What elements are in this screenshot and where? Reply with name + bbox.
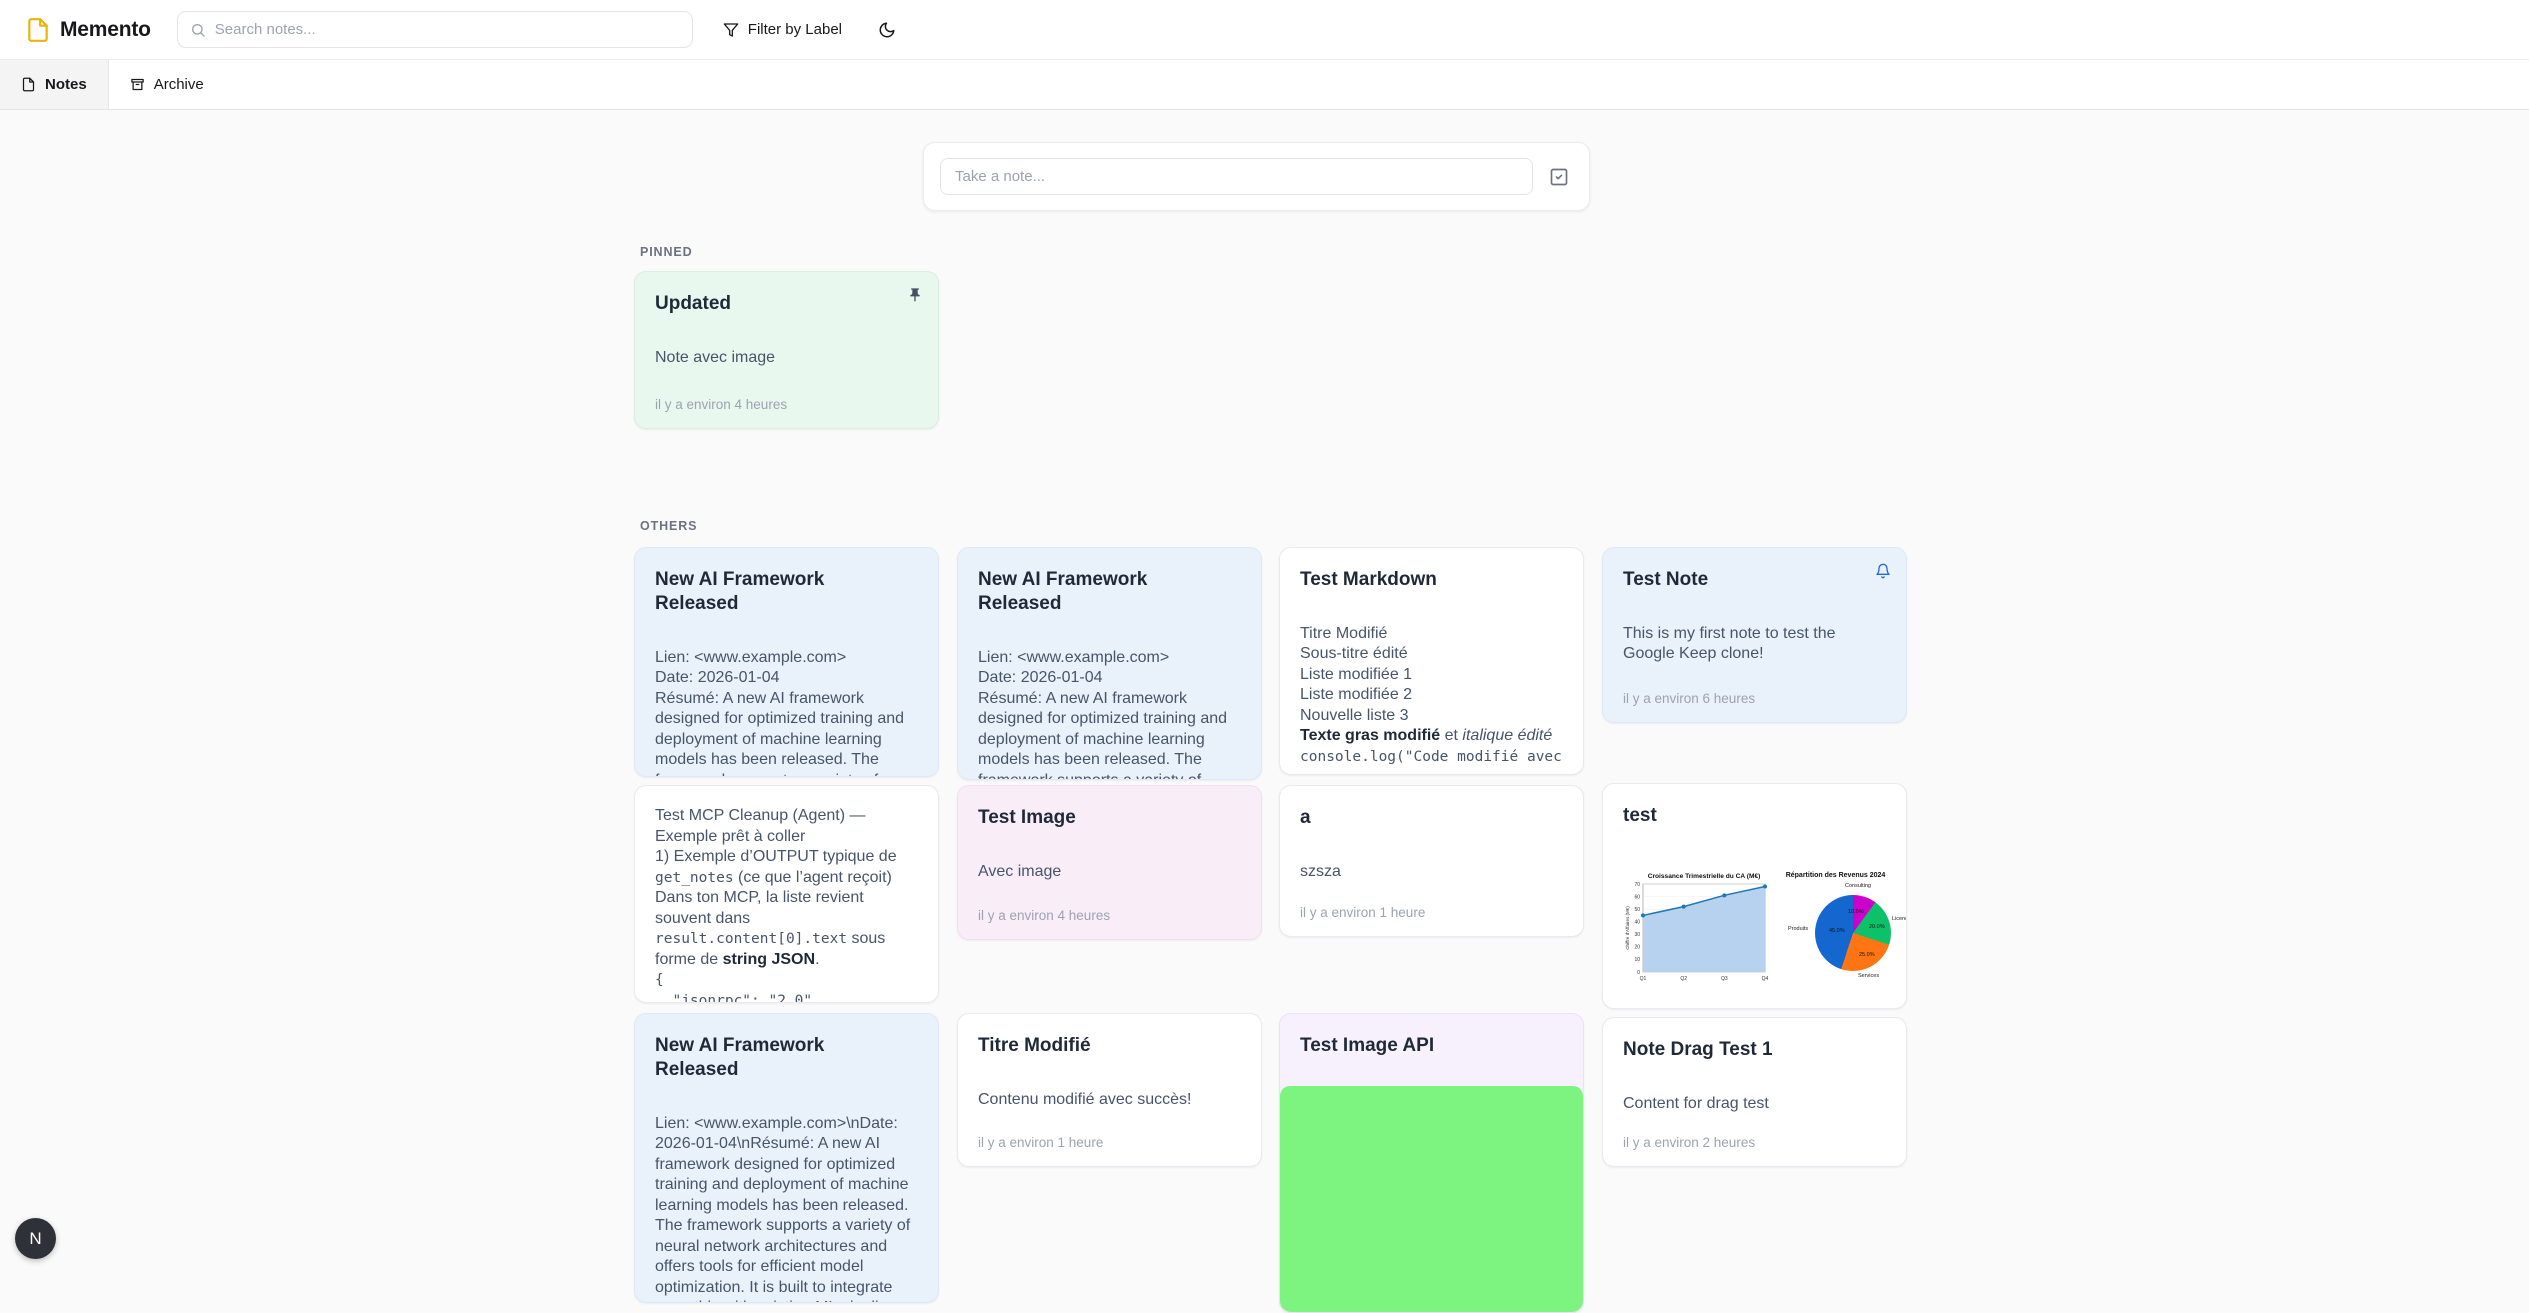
pie-pct-services: 25.0%	[1859, 952, 1875, 958]
svg-text:30: 30	[1634, 932, 1640, 938]
new-checklist-button[interactable]	[1545, 163, 1573, 191]
note-card-test-image-api[interactable]: Test Image API	[1279, 1013, 1584, 1313]
svg-text:0: 0	[1637, 970, 1640, 976]
note-content: Content for drag test	[1623, 1094, 1886, 1115]
note-image	[1280, 1086, 1583, 1312]
pie-pct-consulting: 10.0%	[1848, 909, 1864, 915]
pin-icon[interactable]	[905, 285, 925, 305]
pie-label-licences: Licences	[1892, 916, 1907, 922]
app-title: Memento	[60, 18, 151, 42]
note-card-test-markdown[interactable]: Test Markdown Titre ModifiéSous-titre éd…	[1279, 547, 1584, 775]
svg-text:Q2: Q2	[1680, 976, 1687, 982]
notes-board: PINNED Updated Note avec image il y a en…	[0, 110, 2529, 1277]
note-timestamp: il y a environ 1 heure	[1300, 895, 1563, 920]
svg-text:Chiffre d'Affaires (M€): Chiffre d'Affaires (M€)	[1625, 906, 1630, 950]
pinned-section-label: PINNED	[640, 245, 692, 259]
pie-pct-licences: 20.0%	[1869, 924, 1885, 930]
note-card-ai-framework-2[interactable]: New AI Framework Released Lien: <www.exa…	[957, 547, 1262, 780]
note-content: This is my first note to test the Google…	[1623, 624, 1886, 665]
pie-label-consulting: Consulting	[1845, 883, 1871, 889]
funnel-icon	[723, 22, 739, 38]
note-title: Test Note	[1623, 568, 1886, 592]
pie-chart-circle	[1815, 895, 1891, 971]
note-timestamp: il y a environ 1 heure	[978, 1125, 1241, 1150]
note-title: Test Image	[978, 806, 1241, 830]
svg-text:Q1: Q1	[1640, 976, 1647, 982]
take-a-note-input[interactable]	[940, 158, 1533, 195]
note-card-ai-framework-3[interactable]: New AI Framework Released Lien: <www.exa…	[634, 1013, 939, 1303]
bell-icon[interactable]	[1873, 561, 1893, 581]
note-content: Contenu modifié avec succès!	[978, 1090, 1241, 1111]
note-title: Updated	[655, 292, 918, 316]
note-card-mcp-cleanup[interactable]: Test MCP Cleanup (Agent) — Exemple prêt …	[634, 785, 939, 1003]
note-composer	[923, 142, 1590, 211]
note-content: Titre ModifiéSous-titre éditéListe modif…	[1300, 624, 1563, 768]
search-input[interactable]	[215, 21, 680, 38]
note-content: Test MCP Cleanup (Agent) — Exemple prêt …	[655, 806, 918, 1003]
tab-notes-label: Notes	[45, 76, 87, 93]
moon-icon	[878, 21, 896, 39]
pie-chart-title: Répartition des Revenus 2024	[1785, 872, 1886, 879]
tab-notes[interactable]: Notes	[0, 60, 109, 109]
theme-toggle-button[interactable]	[868, 11, 905, 48]
search-box	[177, 11, 693, 48]
note-timestamp: il y a environ 2 heures	[1623, 1125, 1886, 1150]
note-title: New AI Framework Released	[978, 568, 1241, 616]
note-card-test-note[interactable]: Test Note This is my first note to test …	[1602, 547, 1907, 723]
tab-archive-label: Archive	[154, 76, 204, 93]
note-content: Lien: <www.example.com> Date: 2026-01-04…	[655, 648, 918, 778]
note-content: Lien: <www.example.com> Date: 2026-01-04…	[978, 648, 1241, 781]
filter-by-label-text: Filter by Label	[748, 21, 842, 38]
filter-by-label-button[interactable]: Filter by Label	[713, 11, 852, 48]
file-icon	[21, 77, 36, 92]
note-card-test-image[interactable]: Test Image Avec image il y a environ 4 h…	[957, 785, 1262, 940]
note-card-test-charts[interactable]: test 0 10 20 30 40 50 60 70 Q1 Q2 Q3 Q4 Croissance T…	[1602, 783, 1907, 1009]
tab-bar: Notes Archive	[0, 60, 2529, 110]
others-section-label: OTHERS	[640, 519, 697, 533]
note-card-ai-framework-1[interactable]: New AI Framework Released Lien: <www.exa…	[634, 547, 939, 777]
svg-text:Croissance Trimestrielle du CA: Croissance Trimestrielle du CA (M€)	[1648, 873, 1761, 880]
note-title: test	[1623, 804, 1886, 828]
svg-text:20: 20	[1634, 944, 1640, 950]
note-title: a	[1300, 806, 1563, 830]
line-chart-plot: 0 10 20 30 40 50 60 70 Q1 Q2 Q3 Q4 Croissance Trimes…	[1623, 870, 1773, 988]
search-icon	[190, 22, 206, 38]
app-logo-icon	[25, 17, 51, 43]
note-title: Test Image API	[1300, 1034, 1563, 1058]
note-timestamp: il y a environ 6 heures	[1623, 681, 1886, 706]
avatar-initial: N	[29, 1229, 41, 1249]
note-card-titre-modifie[interactable]: Titre Modifié Contenu modifié avec succè…	[957, 1013, 1262, 1167]
archive-icon	[130, 77, 145, 92]
pie-chart-image: Répartition des Revenus 2024 Produits Se…	[1785, 870, 1886, 988]
line-chart-image: 0 10 20 30 40 50 60 70 Q1 Q2 Q3 Q4 Croissance Trimes…	[1623, 870, 1773, 988]
svg-text:Q4: Q4	[1762, 976, 1769, 982]
pie-label-produits: Produits	[1788, 926, 1808, 932]
note-content: Note avec image	[655, 348, 918, 369]
note-card-a[interactable]: a szsza il y a environ 1 heure	[1279, 785, 1584, 937]
note-title: New AI Framework Released	[655, 568, 918, 616]
note-timestamp: il y a environ 4 heures	[655, 387, 918, 412]
note-card-drag-test[interactable]: Note Drag Test 1 Content for drag test i…	[1602, 1017, 1907, 1167]
note-content: szsza	[1300, 862, 1563, 883]
svg-text:10: 10	[1634, 957, 1640, 963]
note-timestamp: il y a environ 4 heures	[978, 898, 1241, 923]
note-card-updated[interactable]: Updated Note avec image il y a environ 4…	[634, 271, 939, 429]
svg-text:70: 70	[1634, 882, 1640, 888]
note-content: Lien: <www.example.com>\nDate: 2026-01-0…	[655, 1114, 918, 1304]
app-header: Memento Filter by Label	[0, 0, 2529, 60]
pie-label-services: Services	[1858, 973, 1879, 979]
svg-text:Q3: Q3	[1721, 976, 1728, 982]
svg-text:60: 60	[1634, 894, 1640, 900]
note-content: Avec image	[978, 862, 1241, 883]
svg-text:40: 40	[1634, 919, 1640, 925]
note-title: Note Drag Test 1	[1623, 1038, 1886, 1062]
svg-text:50: 50	[1634, 907, 1640, 913]
note-title: Test Markdown	[1300, 568, 1563, 592]
pie-pct-produits: 45.0%	[1829, 928, 1845, 934]
user-avatar-button[interactable]: N	[15, 1218, 56, 1259]
tab-archive[interactable]: Archive	[109, 60, 225, 109]
note-title: Titre Modifié	[978, 1034, 1241, 1058]
note-attachments: 0 10 20 30 40 50 60 70 Q1 Q2 Q3 Q4 Croissance Trimes…	[1623, 870, 1886, 988]
note-title: New AI Framework Released	[655, 1034, 918, 1082]
